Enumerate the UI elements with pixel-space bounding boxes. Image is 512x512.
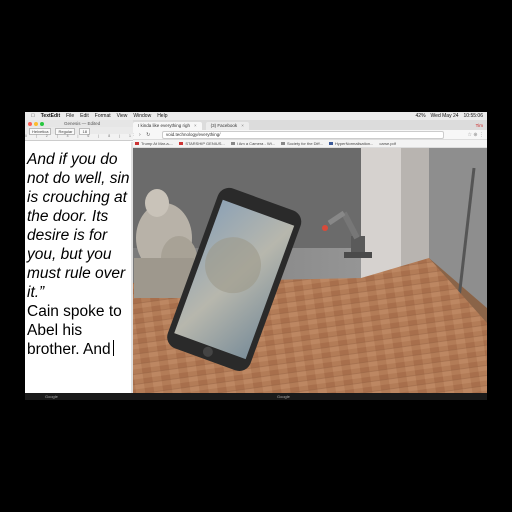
battery-percent[interactable]: 42% <box>416 112 426 120</box>
video-footer: Google Google <box>25 393 487 400</box>
address-bar: ‹ › ↻ void.technology/everything/ ☆ ⊕ ⋮ <box>129 130 487 140</box>
menu-edit[interactable]: Edit <box>80 112 89 120</box>
bookmark-label: STARSHIP GENIUS... <box>185 141 225 146</box>
url-input[interactable]: void.technology/everything/ <box>162 130 444 139</box>
bookmark-item[interactable]: Society for the Diff... <box>280 141 323 146</box>
menu-help[interactable]: Help <box>157 112 167 120</box>
document-title: Genesis — Edited <box>64 121 101 126</box>
scene-render <box>129 148 487 400</box>
text-cursor <box>112 340 114 356</box>
wikipedia-icon <box>280 142 285 145</box>
italic-quote: And if you do not do well, sin is crouch… <box>27 151 130 301</box>
apple-icon[interactable]:  <box>31 112 35 120</box>
tab-facebook[interactable]: (3) Facebook × <box>205 122 249 130</box>
tab-void-technology[interactable]: I kinda like everything righ × <box>133 122 202 130</box>
body-text: Cain spoke to Abel his brother. And <box>27 303 122 358</box>
window-controls <box>28 121 46 126</box>
ruler[interactable]: 0 | 2 | 4 | 6 | 8 | 10 <box>25 134 133 141</box>
webgl-3d-scene[interactable] <box>129 148 487 400</box>
status-area: 42% Wed May 24 10:55:06 <box>411 112 483 120</box>
wikipedia-icon <box>230 142 235 145</box>
bookmark-favicon-icon <box>328 142 333 145</box>
menu-window[interactable]: Window <box>133 112 151 120</box>
close-icon[interactable]: × <box>194 122 197 130</box>
minimize-window-icon[interactable] <box>34 121 38 126</box>
textedit-titlebar: Genesis — Edited <box>25 120 133 127</box>
menu-view[interactable]: View <box>117 112 128 120</box>
tab-label: (3) Facebook <box>210 123 238 128</box>
format-toolbar: Helvetica Regular 18 <box>25 127 133 135</box>
youtube-icon <box>179 142 184 145</box>
desktop-screen:  TextEdit File Edit Format View Window … <box>25 112 487 400</box>
bookmark-item[interactable]: HyperNormalisation... <box>328 141 374 146</box>
menu-app-name[interactable]: TextEdit <box>41 112 60 120</box>
tab-label: I kinda like everything righ <box>138 123 191 128</box>
bookmark-item[interactable]: Trump At Mar-a-... <box>135 141 173 146</box>
bookmark-label: carse.pdf <box>379 141 396 146</box>
close-icon[interactable]: × <box>241 122 244 130</box>
bookmark-item[interactable]: carse.pdf <box>379 141 395 146</box>
bookmark-item[interactable]: STARSHIP GENIUS... <box>179 141 225 146</box>
extension-icons[interactable]: ☆ ⊕ ⋮ <box>444 132 487 138</box>
menu-format[interactable]: Format <box>95 112 111 120</box>
clock-time[interactable]: 10:55:06 <box>464 112 483 120</box>
bookmarks-bar: Trump At Mar-a-... STARSHIP GENIUS... I … <box>129 140 487 148</box>
clock-date[interactable]: Wed May 24 <box>431 112 459 120</box>
mac-menu-bar:  TextEdit File Edit Format View Window … <box>25 112 487 120</box>
menu-file[interactable]: File <box>66 112 74 120</box>
profile-button[interactable]: Tim <box>476 122 483 130</box>
document-body[interactable]: And if you do not do well, sin is crouch… <box>25 142 131 400</box>
close-window-icon[interactable] <box>28 121 32 126</box>
footer-label-left: Google <box>45 394 58 399</box>
footer-label-right: Google <box>277 394 290 399</box>
tab-bar: I kinda like everything righ × (3) Faceb… <box>129 120 487 130</box>
bookmark-label: Society for the Diff... <box>286 141 323 146</box>
textedit-window: Genesis — Edited Helvetica Regular 18 0 … <box>25 120 133 400</box>
browser-window: I kinda like everything righ × (3) Faceb… <box>129 120 487 400</box>
bookmark-label: Trump At Mar-a-... <box>141 141 174 146</box>
scrollbar[interactable] <box>131 142 133 400</box>
bookmark-item[interactable]: I Am a Camera - Wi... <box>230 141 275 146</box>
bookmark-label: I Am a Camera - Wi... <box>236 141 275 146</box>
nav-buttons[interactable]: ‹ › ↻ <box>129 132 162 138</box>
bookmark-favicon-icon <box>135 142 139 145</box>
zoom-window-icon[interactable] <box>40 121 44 126</box>
bookmark-label: HyperNormalisation... <box>334 141 374 146</box>
